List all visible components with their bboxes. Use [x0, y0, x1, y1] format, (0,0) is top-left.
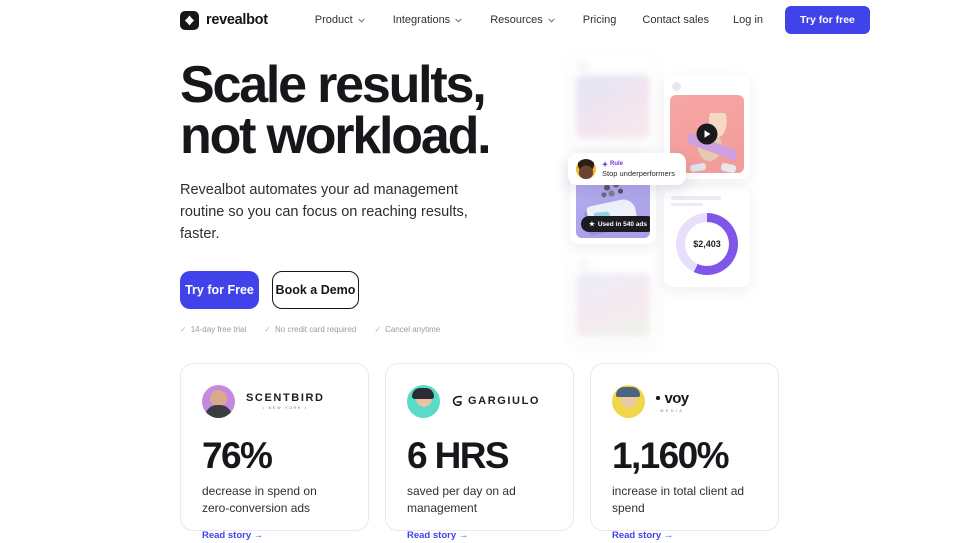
- art-column-left: ★ Used in 540 ads: [570, 55, 656, 352]
- art-card-blurred-top: [570, 55, 656, 145]
- stat-value: 76%: [202, 435, 273, 476]
- contact-sales-link[interactable]: Contact sales: [630, 14, 721, 26]
- stat-card-scentbird[interactable]: SCENTBIRD • NEW YORK • 76% decrease in s…: [180, 363, 369, 541]
- art-card-spend-donut: $2,403: [664, 188, 750, 287]
- nav-item-product[interactable]: Product: [301, 14, 379, 26]
- trust-item-free-trial: ✓ 14-day free trial: [180, 325, 246, 334]
- card-dot-icon: [578, 260, 587, 269]
- revealbot-diamond-logo-icon: [180, 10, 199, 30]
- customer-logo-name: voy: [664, 389, 690, 407]
- hero-heading-line-2: not workload.: [180, 106, 492, 165]
- book-a-demo-button[interactable]: Book a Demo: [272, 271, 359, 309]
- stat-card-header: GARGIULO: [407, 384, 552, 418]
- stat-card-gargiulo[interactable]: GARGIULO 6 HRS saved per day on ad manag…: [385, 363, 574, 541]
- nav-actions: Contact sales Log in Try for free: [630, 6, 870, 34]
- stat-description: saved per day on ad management: [407, 484, 516, 516]
- ad-thumbnail: [576, 75, 650, 139]
- nav-item-product-label: Product: [314, 14, 353, 26]
- customer-logo: GARGIULO: [451, 395, 540, 407]
- customer-logo-tagline: MEDIA: [660, 408, 685, 413]
- placeholder-bar: [671, 202, 704, 206]
- gargiulo-mark-icon: [452, 395, 463, 407]
- read-story-link[interactable]: Read story →: [612, 530, 673, 541]
- nav-item-resources[interactable]: Resources: [476, 14, 569, 26]
- hero-subheading: Revealbot automates your ad management r…: [180, 181, 468, 242]
- sparkle-icon: [602, 160, 608, 167]
- stat-value: 6 HRS: [407, 435, 510, 476]
- art-card-blurred-bottom: [570, 253, 656, 343]
- dot-icon: [656, 396, 660, 400]
- brand-name: revealbot: [206, 12, 268, 28]
- rule-description: Stop underperformers: [602, 168, 675, 178]
- donut-value: $2,403: [685, 222, 729, 266]
- placeholder-bar: [671, 196, 722, 200]
- rule-badge-label: Rule: [602, 160, 675, 168]
- avatar: [576, 159, 596, 179]
- trust-item-no-credit-card: ✓ No credit card required: [264, 325, 356, 334]
- nav-item-resources-label: Resources: [490, 14, 543, 26]
- customer-logo-tagline: • NEW YORK •: [263, 406, 308, 410]
- try-for-free-button[interactable]: Try for Free: [180, 271, 259, 309]
- customer-logo-name: GARGIULO: [468, 395, 541, 407]
- hero-illustration: ★ Used in 540 ads $2,403 Rule Stop under…: [560, 50, 790, 343]
- voy-logo-row: voy: [656, 390, 689, 407]
- nav-item-integrations-label: Integrations: [392, 14, 451, 26]
- customer-logo: SCENTBIRD • NEW YORK •: [246, 392, 325, 410]
- nav-item-integrations[interactable]: Integrations: [379, 14, 476, 26]
- avatar: [407, 384, 440, 418]
- avatar: [612, 384, 645, 418]
- customer-logo-name: SCENTBIRD: [246, 392, 325, 404]
- read-story-link[interactable]: Read story →: [202, 530, 263, 541]
- log-in-link[interactable]: Log in: [721, 14, 775, 26]
- trust-label: No credit card required: [275, 325, 357, 334]
- brand-logo[interactable]: revealbot: [180, 10, 268, 30]
- stat-description: increase in total client ad spend: [612, 484, 745, 516]
- check-icon: ✓: [180, 325, 187, 334]
- star-icon: ★: [589, 221, 595, 228]
- nav-try-for-free-button[interactable]: Try for free: [785, 6, 870, 34]
- customer-stat-cards: SCENTBIRD • NEW YORK • 76% decrease in s…: [180, 363, 779, 541]
- nav-item-pricing-label: Pricing: [582, 14, 617, 26]
- primary-nav-links: Product Integrations Resources Pricing: [301, 14, 631, 26]
- used-in-ads-label: Used in 540 ads: [597, 220, 647, 228]
- trust-indicators: ✓ 14-day free trial ✓ No credit card req…: [180, 325, 780, 334]
- chevron-down-icon: [358, 18, 365, 23]
- stat-card-header: voy MEDIA: [612, 384, 757, 418]
- stat-card-header: SCENTBIRD • NEW YORK •: [202, 384, 347, 418]
- top-navigation-bar: revealbot Product Integrations Resources…: [0, 0, 960, 40]
- rule-notification-card: Rule Stop underperformers: [568, 153, 686, 185]
- stat-description: decrease in spend on zero-conversion ads: [202, 484, 317, 516]
- donut-chart: $2,403: [676, 213, 738, 275]
- chevron-down-icon: [548, 18, 555, 23]
- page-title: Scale results, not workload.: [180, 59, 580, 165]
- stat-card-voy-media[interactable]: voy MEDIA 1,160% increase in total clien…: [590, 363, 779, 541]
- check-icon: ✓: [264, 325, 271, 334]
- nav-item-pricing[interactable]: Pricing: [569, 14, 631, 26]
- trust-label: Cancel anytime: [385, 325, 441, 334]
- trust-item-cancel-anytime: ✓ Cancel anytime: [374, 325, 440, 334]
- rule-label-text: Rule: [610, 161, 624, 167]
- read-story-link[interactable]: Read story →: [407, 530, 468, 541]
- used-in-ads-badge: ★ Used in 540 ads: [581, 216, 650, 232]
- check-icon: ✓: [374, 325, 382, 334]
- ad-thumbnail: [576, 273, 650, 337]
- play-icon[interactable]: [696, 123, 718, 145]
- card-dot-icon: [672, 82, 681, 91]
- card-dot-icon: [578, 62, 587, 71]
- trust-label: 14-day free trial: [190, 325, 247, 334]
- chevron-down-icon: [455, 18, 462, 23]
- customer-logo: voy MEDIA: [656, 390, 689, 413]
- hero-heading-line-1: Scale results,: [180, 56, 487, 114]
- stat-value: 1,160%: [612, 435, 729, 476]
- avatar: [202, 384, 235, 418]
